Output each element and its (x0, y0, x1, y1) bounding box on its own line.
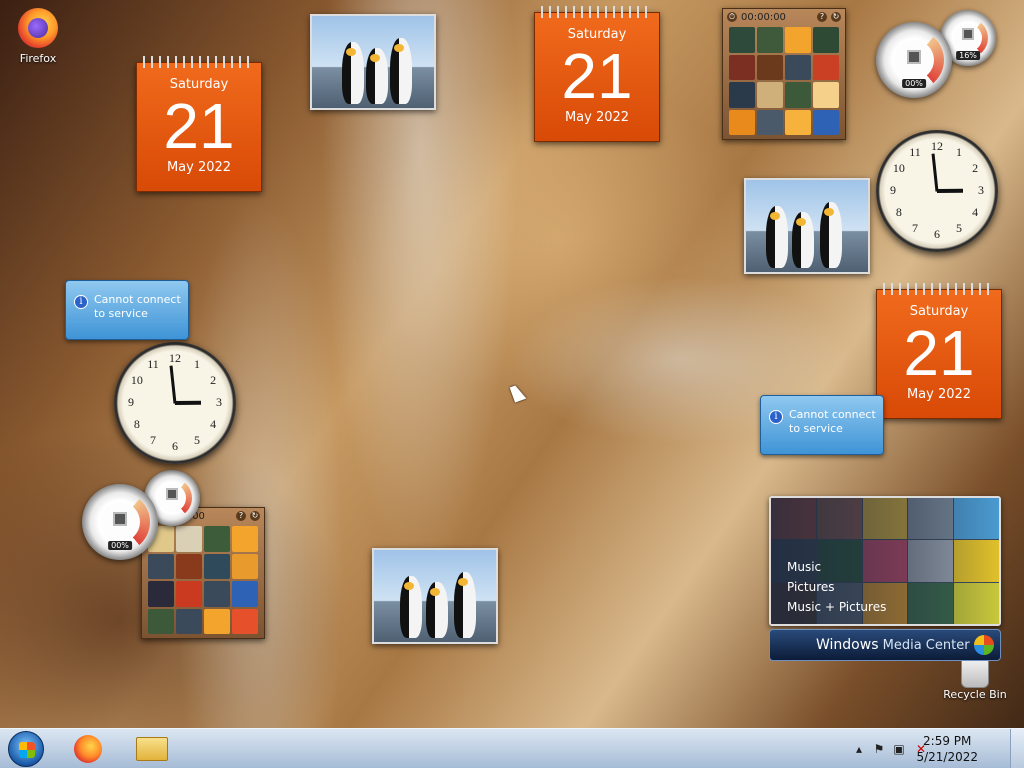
memory-usage: 16% (956, 51, 980, 60)
feed-error-gadget[interactable]: i Cannot connect to service (760, 395, 884, 455)
calendar-month-year: May 2022 (166, 160, 232, 175)
desktop-icon-firefox[interactable]: Firefox (6, 8, 70, 65)
clock-gadget[interactable]: 12 1 2 3 4 5 6 7 8 9 10 11 (114, 342, 236, 464)
puzzle-shuffle-button[interactable]: ↻ (831, 12, 841, 22)
mouse-cursor (509, 383, 527, 403)
calendar-month-year: May 2022 (906, 387, 972, 402)
clock-numeral: 7 (912, 221, 918, 236)
clock-numeral: 11 (147, 356, 159, 371)
media-center-option-pictures[interactable]: Pictures (787, 580, 835, 594)
error-message: Cannot connect to service (94, 293, 181, 320)
clock-numeral: 9 (890, 183, 896, 197)
desktop-icon-recycle-bin[interactable]: Recycle Bin (943, 654, 1007, 701)
clock-gadget[interactable]: 12 1 2 3 4 5 6 7 8 9 10 11 (876, 130, 998, 252)
puzzle-help-button[interactable]: ? (817, 12, 827, 22)
media-center-option-music-pictures[interactable]: Music + Pictures (787, 600, 886, 614)
clock-minute-hand (169, 365, 177, 404)
penguin-image (342, 42, 364, 104)
clock-numeral: 12 (169, 351, 181, 365)
slideshow-gadget[interactable] (372, 548, 498, 644)
penguin-image (766, 206, 788, 268)
windows-flag-icon (19, 742, 35, 758)
calendar-day: 21 (561, 40, 633, 112)
puzzle-shuffle-button[interactable]: ↻ (250, 511, 260, 521)
clock-numeral: 10 (892, 161, 905, 175)
picture-puzzle-gadget[interactable]: ⏱ 00:00:00 ? ↻ (722, 8, 846, 140)
show-hidden-icon[interactable]: ▴ (852, 742, 866, 756)
calendar-gadget[interactable]: Saturday 21 May 2022 (876, 283, 1002, 419)
memory-chip-icon (166, 488, 178, 500)
feed-error-gadget[interactable]: i Cannot connect to service (65, 280, 189, 340)
media-center-title: Media Center (878, 638, 970, 653)
clock-numeral: 7 (150, 433, 156, 448)
puzzle-grid[interactable] (729, 27, 839, 135)
clock-numeral: 3 (216, 395, 222, 409)
clock-hour-hand (936, 188, 964, 193)
clock-minute-hand (931, 153, 939, 192)
puzzle-timer: 00:00:00 (741, 11, 786, 23)
cpu-meter-gadget[interactable]: 00% (82, 484, 158, 560)
puzzle-grid[interactable] (148, 526, 258, 634)
info-icon: i (769, 410, 783, 424)
clock-numeral: 2 (972, 161, 979, 175)
start-button[interactable] (8, 731, 44, 767)
windows-logo-icon (974, 635, 994, 655)
media-center-title-bar[interactable]: Windows Media Center (769, 629, 1001, 661)
clock-numeral: 5 (956, 221, 962, 236)
clock-numeral: 8 (895, 205, 902, 219)
error-message: Cannot connect to service (789, 408, 876, 435)
taskbar: ▴ ⚑ ▣ ✕ 2:59 PM 5/21/2022 (0, 728, 1024, 768)
calendar-day: 21 (163, 90, 235, 162)
taskbar-firefox[interactable] (62, 731, 114, 767)
picture-puzzle-gadget[interactable]: ⏱ 00:00:00 ? ↻ (141, 507, 265, 639)
calendar-day: 21 (903, 317, 975, 389)
clock-numeral: 4 (210, 417, 217, 431)
clock-numeral: 6 (172, 439, 178, 453)
taskbar-clock[interactable]: 2:59 PM 5/21/2022 (916, 733, 978, 765)
clock-numeral: 4 (972, 205, 979, 219)
clock-numeral: 6 (934, 227, 940, 241)
clock-numeral: 3 (978, 183, 984, 197)
calendar-gadget[interactable]: Saturday 21 May 2022 (534, 6, 660, 142)
calendar-gadget[interactable]: Saturday 21 May 2022 (136, 56, 262, 192)
show-desktop-button[interactable] (1010, 729, 1024, 768)
desktop-icon-label: Firefox (19, 52, 57, 65)
media-center-option-music[interactable]: Music (787, 560, 821, 574)
firefox-icon (74, 735, 102, 763)
memory-chip-icon (962, 28, 974, 40)
calendar-month-year: May 2022 (564, 110, 630, 125)
clock-numeral: 10 (130, 373, 143, 387)
slideshow-gadget[interactable] (744, 178, 870, 274)
clock-numeral: 1 (194, 356, 200, 371)
slideshow-gadget[interactable] (310, 14, 436, 110)
clock-numeral: 11 (909, 144, 921, 159)
taskbar-time: 2:59 PM (923, 734, 972, 748)
clock-numeral: 12 (931, 139, 943, 153)
info-icon: i (74, 295, 88, 309)
folder-icon (136, 737, 168, 761)
network-icon[interactable]: ▣ (892, 742, 906, 756)
cpu-chip-icon (113, 512, 127, 526)
media-center-gadget[interactable]: Music Pictures Music + Pictures (769, 496, 1001, 626)
clock-numeral: 1 (956, 144, 962, 159)
action-center-flag-icon[interactable]: ⚑ (872, 742, 886, 756)
timer-icon: ⏱ (727, 12, 737, 22)
media-center-title-bold: Windows (816, 637, 879, 653)
taskbar-file-explorer[interactable] (126, 731, 178, 767)
cpu-meter-gadget[interactable]: 00% (876, 22, 952, 98)
clock-numeral: 9 (128, 395, 134, 409)
clock-numeral: 5 (194, 433, 200, 448)
penguin-image (400, 576, 422, 638)
taskbar-date: 5/21/2022 (916, 750, 978, 764)
cpu-usage: 00% (108, 541, 132, 550)
clock-numeral: 2 (210, 373, 217, 387)
cpu-chip-icon (907, 50, 921, 64)
clock-hour-hand (174, 400, 202, 405)
system-tray: ▴ ⚑ ▣ ✕ 2:59 PM 5/21/2022 (834, 729, 1024, 768)
cpu-usage: 00% (902, 79, 926, 88)
desktop-icon-label: Recycle Bin (943, 688, 1007, 701)
puzzle-help-button[interactable]: ? (236, 511, 246, 521)
clock-numeral: 8 (133, 417, 140, 431)
